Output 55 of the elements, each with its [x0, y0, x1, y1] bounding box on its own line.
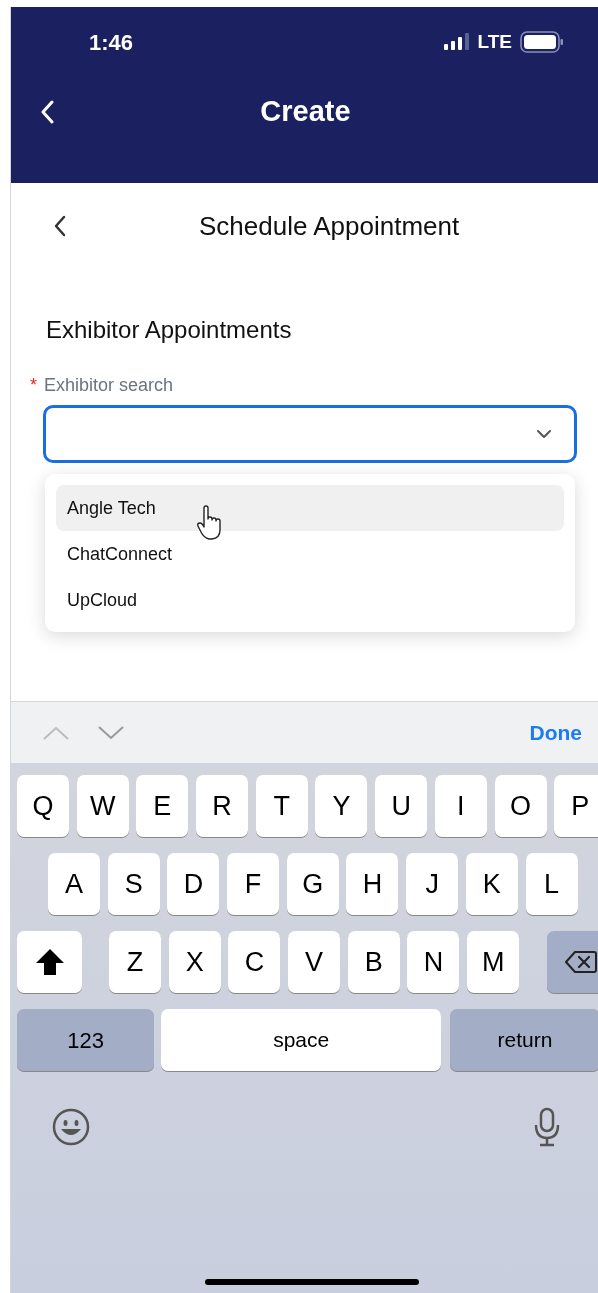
- backspace-icon: [565, 950, 598, 974]
- chevron-down-icon: [97, 724, 125, 741]
- keyboard-key[interactable]: M: [467, 931, 520, 993]
- delete-key[interactable]: [547, 931, 598, 993]
- keyboard-key[interactable]: S: [107, 853, 160, 915]
- keyboard-key[interactable]: I: [434, 775, 487, 837]
- keyboard-key[interactable]: E: [136, 775, 189, 837]
- back-icon: [52, 215, 66, 237]
- dropdown-option[interactable]: Angle Tech: [56, 485, 564, 531]
- microphone-icon: [533, 1107, 561, 1147]
- keyboard-key[interactable]: B: [347, 931, 400, 993]
- keyboard-key[interactable]: W: [76, 775, 129, 837]
- keyboard-key[interactable]: F: [227, 853, 280, 915]
- smiley-icon: [52, 1108, 90, 1146]
- keyboard-key[interactable]: D: [167, 853, 220, 915]
- network-label: LTE: [477, 29, 512, 54]
- keyboard-key[interactable]: R: [196, 775, 249, 837]
- nav-title: Create: [260, 94, 351, 130]
- keyboard-key[interactable]: T: [255, 775, 308, 837]
- keyboard-key[interactable]: K: [465, 853, 518, 915]
- section-title: Exhibitor Appointments: [46, 315, 292, 345]
- field-label: Exhibitor search: [44, 373, 174, 397]
- done-button[interactable]: Done: [529, 716, 582, 749]
- keyboard-key[interactable]: A: [48, 853, 100, 915]
- keyboard-key[interactable]: H: [346, 853, 399, 915]
- status-time: 1:46: [89, 28, 134, 57]
- battery-icon: [520, 31, 564, 53]
- chevron-up-icon: [42, 724, 70, 741]
- keyboard-key[interactable]: V: [288, 931, 341, 993]
- keyboard-key[interactable]: Q: [17, 775, 69, 837]
- keyboard-key[interactable]: C: [228, 931, 281, 993]
- space-key[interactable]: space: [161, 1009, 441, 1071]
- signal-icon: [443, 32, 470, 52]
- dictation-key[interactable]: [532, 1107, 562, 1147]
- back-icon: [40, 100, 54, 124]
- numbers-key[interactable]: 123: [17, 1009, 155, 1071]
- page-title: Schedule Appointment: [199, 209, 460, 243]
- exhibitor-search-field[interactable]: [43, 405, 577, 463]
- chevron-down-icon: [536, 429, 552, 439]
- keyboard-key[interactable]: O: [494, 775, 547, 837]
- shift-icon: [34, 948, 65, 976]
- keyboard-key[interactable]: Y: [315, 775, 368, 837]
- keyboard-key[interactable]: U: [375, 775, 428, 837]
- keyboard-key[interactable]: Z: [109, 931, 161, 993]
- pointer-hand-icon: [197, 505, 223, 541]
- keyboard-key[interactable]: J: [406, 853, 459, 915]
- keyboard-key[interactable]: L: [525, 853, 578, 915]
- required-icon: *: [30, 374, 44, 396]
- keyboard-key[interactable]: G: [286, 853, 339, 915]
- shift-key[interactable]: [17, 931, 82, 993]
- return-key[interactable]: return: [450, 1009, 598, 1071]
- emoji-key[interactable]: [51, 1107, 91, 1147]
- keyboard-key[interactable]: P: [554, 775, 598, 837]
- keyboard-key[interactable]: X: [168, 931, 221, 993]
- keyboard-key[interactable]: N: [407, 931, 460, 993]
